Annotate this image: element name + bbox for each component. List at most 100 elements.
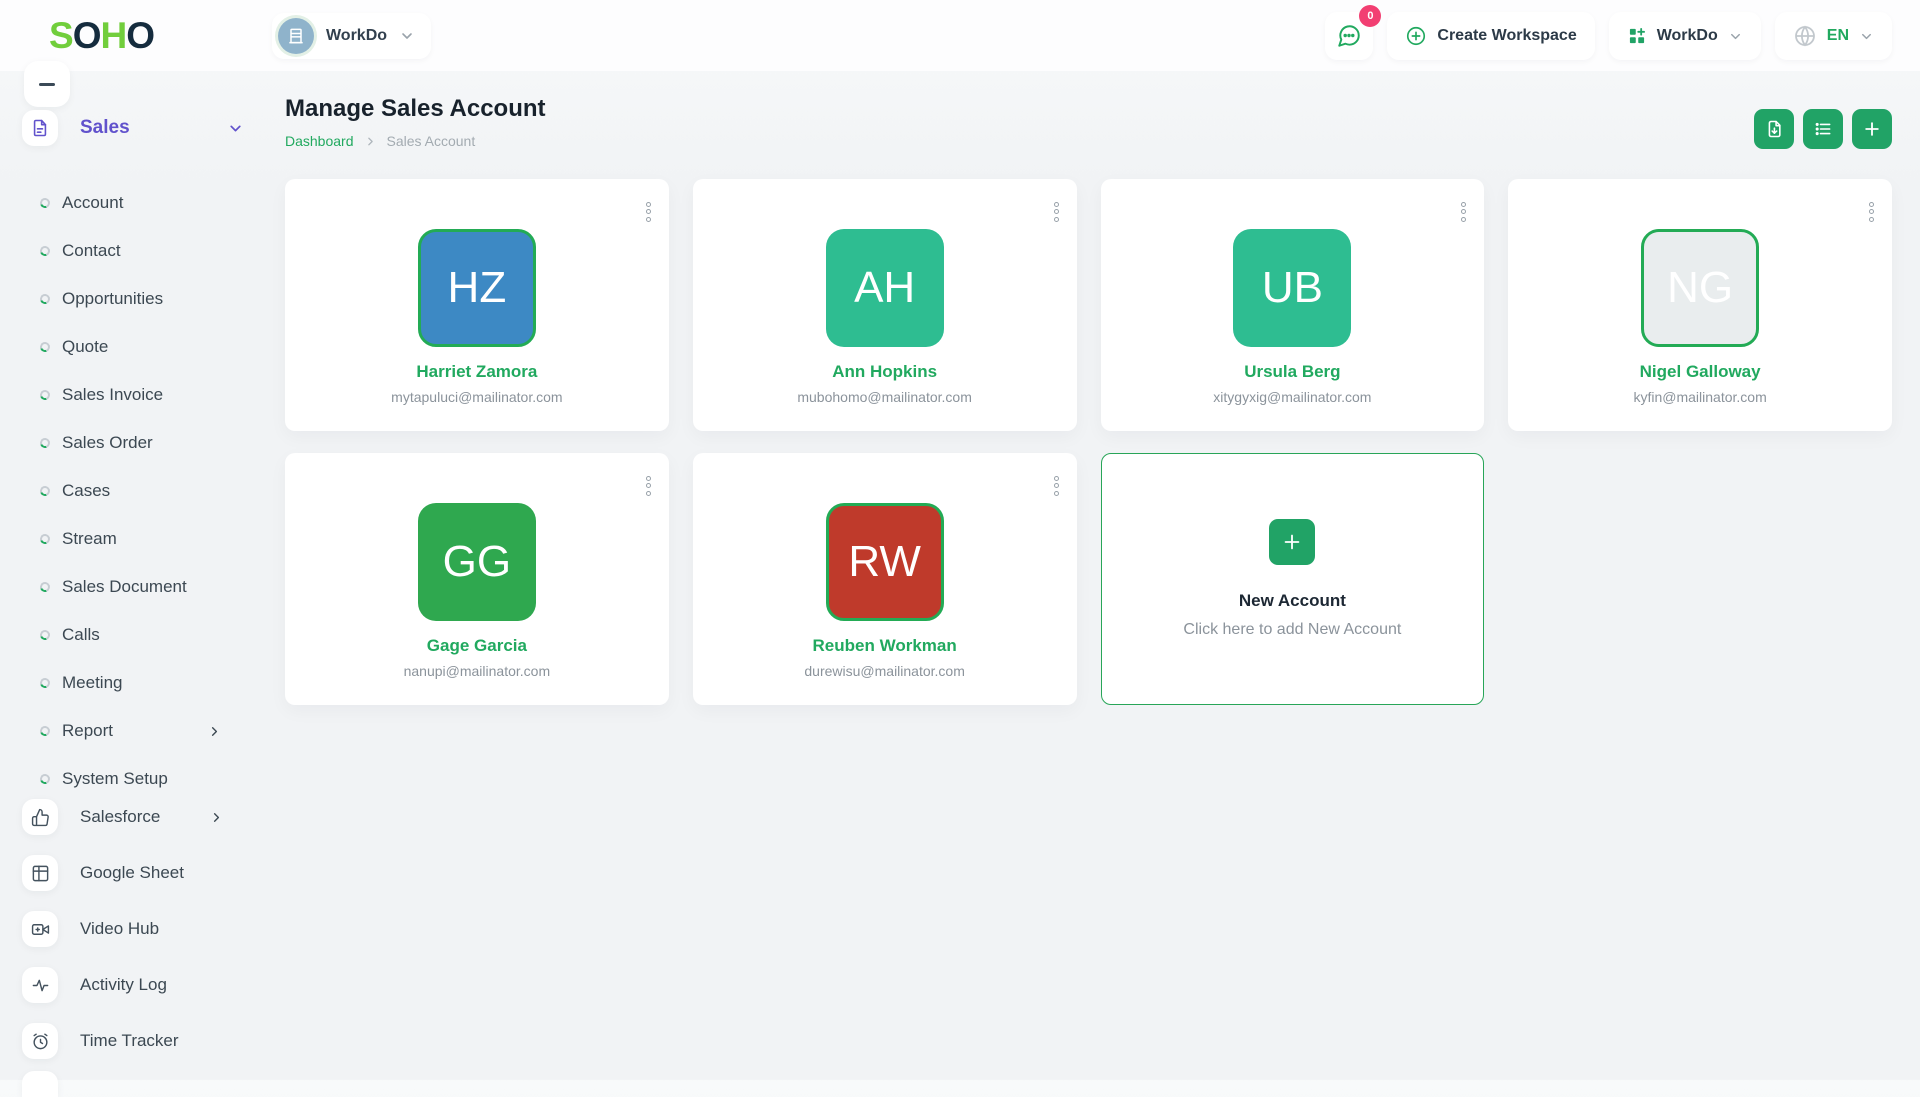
bullet-icon [38, 388, 51, 401]
breadcrumb: Dashboard Sales Account [285, 133, 1892, 149]
card-menu-button[interactable] [1050, 469, 1063, 502]
new-account-card[interactable]: New Account Click here to add New Accoun… [1101, 453, 1485, 705]
grid-plus-icon [1627, 26, 1647, 46]
table-icon [22, 855, 58, 891]
account-name-link[interactable]: Harriet Zamora [416, 362, 537, 382]
sidebar-item-calls[interactable]: Calls [0, 611, 284, 659]
sidebar-item-sales-invoice[interactable]: Sales Invoice [0, 371, 284, 419]
sidebar-item-label: Sales Invoice [62, 385, 284, 405]
card-menu-button[interactable] [1457, 195, 1470, 228]
sidebar-item-cases[interactable]: Cases [0, 467, 284, 515]
sidebar-item-label: Activity Log [80, 975, 284, 995]
account-avatar: RW [826, 503, 944, 621]
bullet-icon [38, 340, 51, 353]
globe-icon [1793, 24, 1817, 48]
sidebar-item-label: Report [62, 721, 207, 741]
logo-letter: O [126, 15, 154, 56]
workspace-switcher[interactable]: WorkDo [272, 13, 431, 59]
sidebar-item-partial[interactable] [22, 1071, 58, 1097]
sidebar-item-opportunities[interactable]: Opportunities [0, 275, 284, 323]
sidebar-item-label: Quote [62, 337, 284, 357]
bullet-icon [38, 628, 51, 641]
card-menu-button[interactable] [1865, 195, 1878, 228]
sidebar-item-video-hub[interactable]: Video Hub [0, 901, 284, 957]
chevron-down-icon [1859, 29, 1874, 44]
add-account-button[interactable] [1852, 109, 1892, 149]
page-title: Manage Sales Account [285, 95, 1892, 123]
accounts-grid: HZ Harriet Zamora mytapuluci@mailinator.… [285, 179, 1892, 705]
sidebar-item-sales-order[interactable]: Sales Order [0, 419, 284, 467]
sidebar-item-salesforce[interactable]: Salesforce [0, 789, 284, 845]
video-camera-icon [22, 911, 58, 947]
sidebar-item-meeting[interactable]: Meeting [0, 659, 284, 707]
card-menu-button[interactable] [642, 195, 655, 228]
account-avatar: AH [826, 229, 944, 347]
account-avatar: HZ [418, 229, 536, 347]
bullet-icon [38, 772, 51, 785]
workdo-menu-button[interactable]: WorkDo [1609, 12, 1761, 60]
account-avatar: NG [1641, 229, 1759, 347]
account-name-link[interactable]: Nigel Galloway [1640, 362, 1761, 382]
thumbs-up-icon [22, 799, 58, 835]
card-menu-button[interactable] [642, 469, 655, 502]
sidebar-item-label: Account [62, 193, 284, 213]
sidebar-item-google-sheet[interactable]: Google Sheet [0, 845, 284, 901]
bullet-icon [38, 676, 51, 689]
sidebar-item-account[interactable]: Account [0, 179, 284, 227]
export-accounts-button[interactable] [1754, 109, 1794, 149]
account-card: GG Gage Garcia nanupi@mailinator.com [285, 453, 669, 705]
sidebar-item-label: Meeting [62, 673, 284, 693]
sidebar-section-sales[interactable]: Sales [22, 110, 260, 146]
list-view-button[interactable] [1803, 109, 1843, 149]
language-selector[interactable]: EN [1775, 12, 1892, 60]
bullet-icon [38, 196, 51, 209]
sidebar-item-contact[interactable]: Contact [0, 227, 284, 275]
account-name-link[interactable]: Gage Garcia [427, 636, 527, 656]
account-name-link[interactable]: Ann Hopkins [832, 362, 937, 382]
account-avatar: GG [418, 503, 536, 621]
account-card: RW Reuben Workman durewisu@mailinator.co… [693, 453, 1077, 705]
building-icon [278, 18, 314, 54]
sidebar-item-label: Video Hub [80, 919, 284, 939]
sidebar-item-label: Time Tracker [80, 1031, 284, 1051]
sidebar-item-activity-log[interactable]: Activity Log [0, 957, 284, 1013]
account-email: durewisu@mailinator.com [804, 663, 965, 679]
bullet-icon [38, 724, 51, 737]
account-email: mytapuluci@mailinator.com [391, 389, 562, 405]
account-email: mubohomo@mailinator.com [797, 389, 972, 405]
sidebar-item-quote[interactable]: Quote [0, 323, 284, 371]
breadcrumb-current: Sales Account [387, 133, 476, 149]
new-account-plus-button[interactable] [1269, 519, 1315, 565]
bullet-icon [38, 244, 51, 257]
sidebar-item-sales-document[interactable]: Sales Document [0, 563, 284, 611]
messages-button[interactable]: 0 [1325, 12, 1373, 60]
sidebar-item-report[interactable]: Report [0, 707, 284, 755]
new-account-title: New Account [1239, 591, 1346, 611]
card-menu-button[interactable] [1050, 195, 1063, 228]
bullet-icon [38, 532, 51, 545]
breadcrumb-dashboard-link[interactable]: Dashboard [285, 133, 354, 149]
language-code: EN [1827, 27, 1849, 45]
account-email: xitygyxig@mailinator.com [1213, 389, 1371, 405]
account-name-link[interactable]: Ursula Berg [1244, 362, 1340, 382]
sidebar-collapse-button[interactable] [24, 61, 70, 107]
account-card: AH Ann Hopkins mubohomo@mailinator.com [693, 179, 1077, 431]
sidebar: Sales Account Contact Opportunities Quot… [0, 71, 284, 1080]
sidebar-item-time-tracker[interactable]: Time Tracker [0, 1013, 284, 1069]
workdo-menu-label: WorkDo [1657, 27, 1718, 45]
sidebar-item-label: Cases [62, 481, 284, 501]
sidebar-item-stream[interactable]: Stream [0, 515, 284, 563]
plus-icon [1862, 119, 1882, 139]
bullet-icon [38, 436, 51, 449]
soho-logo: SOHO [49, 17, 154, 54]
messages-count-badge: 0 [1359, 5, 1381, 27]
sidebar-item-label: Calls [62, 625, 284, 645]
circle-plus-icon [1405, 25, 1427, 47]
export-file-icon [1764, 119, 1784, 139]
sidebar-section-label: Sales [80, 117, 227, 139]
chat-bubble-icon [1336, 23, 1362, 49]
main-content: Manage Sales Account Dashboard Sales Acc… [284, 71, 1920, 1080]
create-workspace-button[interactable]: Create Workspace [1387, 12, 1594, 60]
account-name-link[interactable]: Reuben Workman [813, 636, 957, 656]
list-view-icon [1813, 119, 1833, 139]
